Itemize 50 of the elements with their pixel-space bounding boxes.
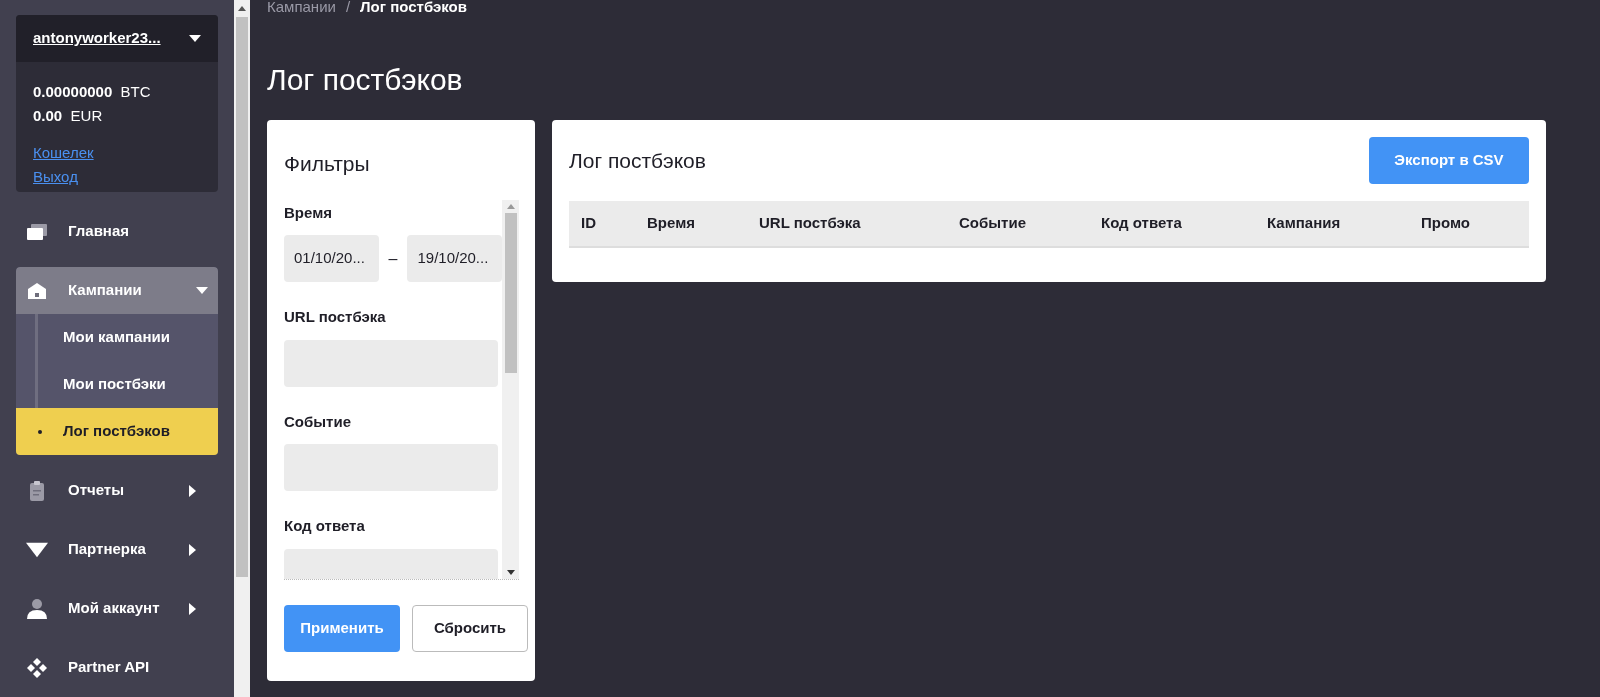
nav-item[interactable]: Отчеты — [16, 467, 218, 514]
caret-down-icon[interactable] — [189, 35, 201, 42]
nav-subitem[interactable]: Лог постбэков — [16, 408, 218, 455]
scroll-up-icon[interactable] — [238, 6, 246, 11]
caret-down-icon — [196, 287, 208, 294]
nav-item[interactable]: Partner API — [16, 644, 218, 691]
nav-item[interactable]: Кампании — [16, 267, 218, 314]
nav-subitem[interactable]: Мои кампании — [16, 314, 218, 361]
reset-button[interactable]: Сбросить — [412, 604, 528, 652]
nav-item[interactable]: Главная — [16, 208, 218, 255]
column-header: ID — [581, 213, 597, 234]
filters-title: Фильтры — [284, 151, 371, 177]
page-title: Лог постбэков — [267, 62, 464, 98]
house-icon — [27, 281, 47, 300]
date-field[interactable]: 19/10/20... — [407, 235, 502, 282]
diamond-icon — [26, 541, 48, 558]
field-label: Событие — [284, 411, 352, 432]
caret-right-icon — [189, 602, 196, 615]
balance-text: 0.00000000 BTC — [33, 82, 152, 102]
breadcrumb-separator: / — [345, 0, 351, 17]
account-link[interactable]: Выход — [33, 165, 78, 189]
breadcrumb-item[interactable]: Кампании — [267, 0, 336, 19]
bullet-icon — [37, 429, 42, 434]
range-separator: – — [388, 248, 398, 269]
nav-item[interactable]: Мой аккаунт — [16, 585, 218, 632]
field-label: Время — [284, 202, 333, 223]
column-header: Событие — [959, 213, 1027, 234]
breadcrumb-item: Лог постбэков — [360, 0, 467, 17]
column-header: Промо — [1421, 213, 1471, 234]
column-header: URL постбэка — [759, 213, 862, 234]
cards-icon — [26, 222, 48, 241]
column-header: Кампания — [1267, 213, 1342, 234]
balance-text: 0.00 EUR — [33, 106, 104, 126]
caret-right-icon — [189, 484, 196, 497]
nav-subitem[interactable]: Мои постбэки — [16, 361, 218, 408]
column-header: Время — [647, 213, 696, 234]
nav-item[interactable]: Партнерка — [16, 526, 218, 573]
scrollbar[interactable] — [502, 199, 519, 579]
sidebar-scrollbar[interactable] — [234, 0, 250, 697]
date-field[interactable]: 01/10/20... — [284, 235, 379, 282]
clipboard-icon — [29, 479, 45, 502]
caret-right-icon — [189, 543, 196, 556]
api-icon — [26, 656, 48, 679]
column-header: Код ответа — [1101, 213, 1183, 234]
log-title: Лог постбэков — [569, 147, 706, 174]
scroll-down-icon[interactable] — [506, 569, 515, 575]
account-link[interactable]: Кошелек — [33, 141, 94, 165]
field-label: URL постбэка — [284, 307, 387, 327]
person-icon — [27, 598, 47, 619]
field-label: Код ответа — [284, 516, 366, 536]
